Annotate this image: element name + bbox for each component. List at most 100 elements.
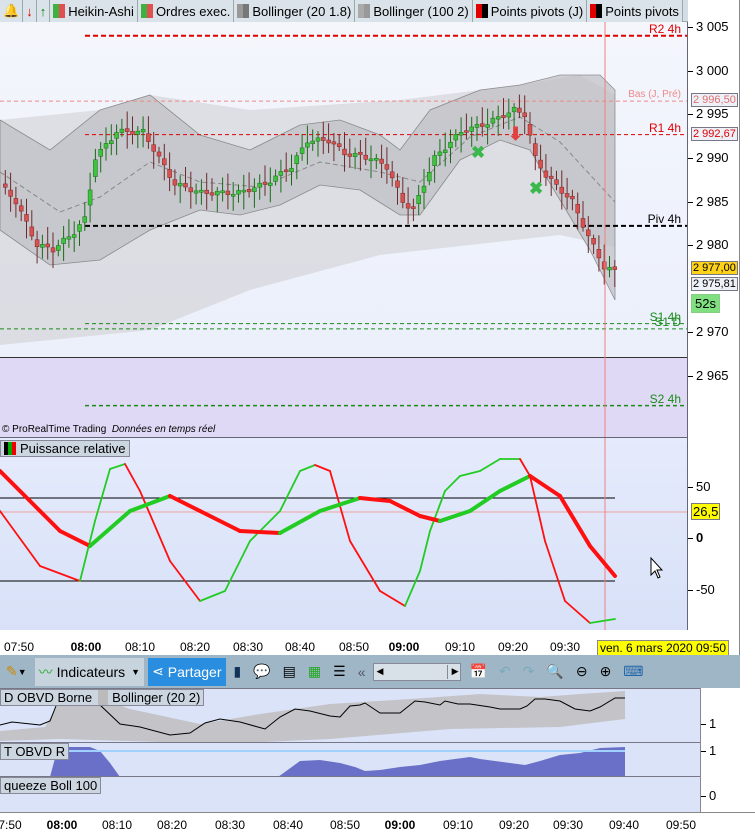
comment-button[interactable]: 💬	[249, 658, 274, 686]
obvd-r-panel[interactable]: T OBVD R	[0, 742, 700, 776]
indicator-tab[interactable]: Bollinger (100 2)	[355, 0, 473, 22]
candle	[93, 159, 98, 177]
candle	[554, 179, 559, 185]
time-label: 08:10	[124, 640, 156, 654]
menu-button[interactable]: ☰	[329, 658, 350, 686]
candle	[342, 148, 347, 156]
fast-strength-line	[109, 463, 126, 470]
share-button[interactable]: ⋖ Partager	[148, 657, 226, 686]
indicator-tab[interactable]: Ordres exec.	[137, 0, 235, 22]
candle	[109, 140, 114, 145]
zoom-out-button[interactable]: ⊖	[572, 658, 592, 686]
export-button[interactable]: ▤	[279, 658, 300, 686]
drawing-tool-button[interactable]: ✎ ▼	[2, 658, 31, 686]
sell-signal-arrow: ⬇	[508, 124, 523, 144]
indicators-button[interactable]: 〰 Indicateurs ▼	[34, 657, 145, 686]
time-label: 09:20	[497, 640, 529, 654]
squeeze-axis[interactable]: 0	[700, 776, 755, 812]
candle	[564, 193, 570, 198]
indicator-tab[interactable]: Points pivots	[587, 0, 683, 22]
zoom-out-icon: ⊖	[575, 663, 588, 679]
indicator-tab-label: Heikin-Ashi	[68, 3, 134, 19]
candle	[188, 187, 194, 193]
bas-price-tag: 2 996,50	[691, 93, 738, 107]
r1-level-label: R1 4h	[648, 120, 681, 135]
candle	[18, 205, 24, 212]
bottom-time-label: 09:00	[384, 818, 416, 832]
oscillator-title[interactable]: Puissance relative	[0, 440, 130, 457]
candle	[533, 143, 538, 156]
goto-date-button[interactable]: 📅	[465, 658, 490, 686]
time-axis[interactable]: 07:50 08:00 08:10 08:20 08:30 08:40 08:50 09:00…	[0, 630, 688, 655]
candle	[543, 170, 549, 178]
redo-button[interactable]: ↷	[519, 658, 539, 686]
relative-strength-panel[interactable]: Puissance relative	[0, 437, 688, 630]
price-tick: 2 995	[688, 106, 729, 121]
horizontal-scrollbar[interactable]: ◀ ▶	[373, 662, 462, 681]
menu-icon: ☰	[333, 663, 346, 679]
time-label: 08:50	[338, 640, 370, 654]
layout-button[interactable]: ▮	[230, 658, 246, 686]
price-chart[interactable]: ⬇ ✖ ✖ R2 4h Bas (J, Pré) R1 4h Piv 4h S1 4h S…	[0, 22, 688, 437]
indicator-tab-label: Points pivots	[605, 3, 679, 19]
candle	[82, 216, 88, 223]
bottom-time-label: 08:40	[272, 818, 304, 832]
candle	[50, 247, 56, 253]
s2-level-label: S2 4h	[649, 391, 681, 406]
zoom-in-button[interactable]: ⊕	[596, 658, 616, 686]
candle	[103, 143, 109, 149]
bottom-time-label: 08:20	[156, 818, 188, 832]
indicator-tab[interactable]: Heikin-Ashi	[50, 0, 138, 22]
pencil-icon: ✎	[6, 663, 18, 679]
s1d-level-label: S1 D	[654, 314, 681, 329]
fast-strength-line	[589, 618, 616, 624]
obvd-borne-label[interactable]: D OBVD Borne	[4, 690, 92, 705]
auto-zoom-button[interactable]: 🔍	[542, 658, 567, 686]
candle	[130, 130, 135, 135]
indicator-color-icon	[475, 4, 488, 18]
obvd-r-axis[interactable]: 1	[700, 742, 755, 776]
squeeze-panel[interactable]: queeze Boll 100	[0, 776, 700, 812]
obvd-borne-axis[interactable]: 1	[700, 688, 755, 742]
time-label: 08:30	[232, 640, 264, 654]
scroll-left-fast-button[interactable]: «	[354, 658, 370, 686]
more-button[interactable]: ⌨	[619, 658, 647, 686]
price-tick: 2 970	[688, 324, 729, 339]
date-tooltip: ven. 6 mars 2020 09:50	[597, 640, 730, 656]
candle	[474, 124, 480, 128]
candle	[601, 261, 607, 270]
template-button[interactable]: ▦	[304, 658, 325, 686]
candle	[71, 234, 77, 238]
sell-order-button[interactable]: ↓	[23, 0, 37, 22]
alert-bell-button[interactable]: 🔔	[0, 0, 24, 22]
slow-strength-line	[278, 509, 322, 535]
obvd-r-label[interactable]: T OBVD R	[0, 743, 70, 760]
time-label: 08:20	[179, 640, 211, 654]
current-price-tag: 2 975,81	[691, 277, 738, 291]
indicator-tab[interactable]: Bollinger (20 1.8)	[234, 0, 356, 22]
candle	[299, 147, 305, 154]
price-axis[interactable]: 3 005 3 000 2 995 2 990 2 985 2 980 2 970 2 965…	[688, 0, 740, 655]
candle	[331, 141, 337, 145]
candle	[66, 236, 72, 240]
bottom-time-axis[interactable]: 7:50 08:00 08:10 08:20 08:30 08:40 08:50 09:00 0…	[0, 812, 755, 834]
keyboard-download-icon: ⌨	[623, 663, 644, 679]
indicators-icon: 〰	[38, 663, 53, 680]
candle	[432, 155, 437, 166]
candle	[421, 185, 427, 193]
candle	[321, 137, 326, 141]
indicator-tab-label: Points pivots (J)	[490, 3, 584, 19]
bollinger-label[interactable]: Bollinger (20 2)	[98, 690, 200, 705]
candle	[522, 112, 527, 118]
candle	[591, 237, 596, 245]
undo-button[interactable]: ↶	[495, 658, 515, 686]
candle	[511, 107, 517, 113]
candle	[315, 137, 321, 142]
time-label: 09:10	[444, 640, 476, 654]
squeeze-label[interactable]: queeze Boll 100	[0, 777, 102, 794]
indicator-tab[interactable]: Points pivots (J)	[472, 0, 588, 22]
candle	[204, 189, 209, 194]
buy-order-button[interactable]: ↑	[36, 0, 51, 22]
obvd-borne-panel[interactable]: D OBVD Borne Bollinger (20 2)	[0, 688, 700, 742]
chart-toolbar: ✎ ▼ 〰 Indicateurs ▼ ⋖ Partager ▮ 💬 ▤ ▦ ☰ « …	[0, 655, 740, 688]
